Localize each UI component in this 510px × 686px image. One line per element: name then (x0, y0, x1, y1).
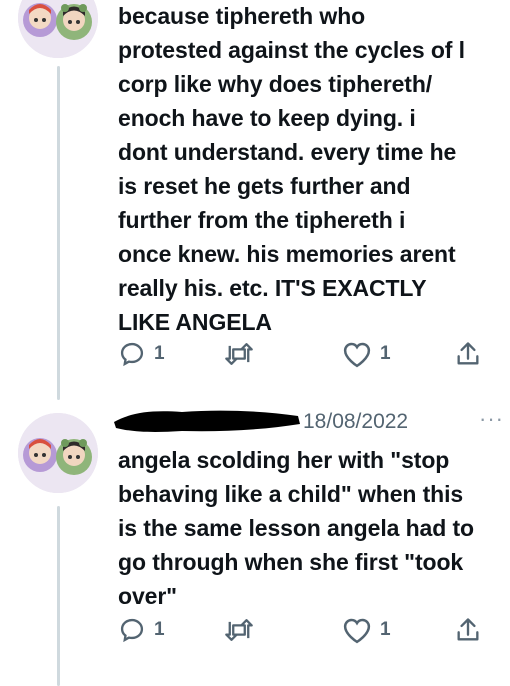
tweet-text: because tiphereth who protested against … (118, 3, 465, 335)
reply-button[interactable]: 1 (118, 616, 165, 644)
share-icon (457, 618, 479, 641)
share-icon (457, 342, 479, 365)
like-count: 1 (380, 343, 391, 364)
retweet-icon (225, 343, 253, 365)
reply-count: 1 (154, 619, 165, 640)
redaction-scribble (114, 410, 300, 432)
tweet-header: 18/08/2022 ··· (112, 402, 508, 442)
more-options-button[interactable]: ··· (479, 406, 504, 432)
tweet-text: angela scolding her with "stop behaving … (118, 447, 474, 609)
tweet-actions: 1 1 (118, 616, 498, 646)
like-icon (343, 618, 371, 644)
avatar[interactable] (18, 0, 98, 58)
retweet-icon (225, 619, 253, 641)
share-button[interactable] (454, 340, 482, 368)
retweet-button[interactable] (224, 340, 262, 368)
thread-line (57, 506, 60, 686)
reply-button[interactable]: 1 (118, 340, 165, 368)
reply-icon (120, 342, 144, 367)
like-icon (343, 342, 371, 368)
tweet-actions: 1 1 (118, 340, 498, 370)
avatar-image (18, 0, 98, 58)
reply-count: 1 (154, 343, 165, 364)
like-button[interactable]: 1 (342, 616, 391, 644)
retweet-button[interactable] (224, 616, 262, 644)
share-button[interactable] (454, 616, 482, 644)
like-button[interactable]: 1 (342, 340, 391, 368)
thread-line (57, 66, 60, 400)
tweet-date: 18/08/2022 (303, 410, 409, 433)
avatar-image (18, 413, 98, 493)
reply-icon (120, 618, 144, 643)
avatar[interactable] (18, 413, 98, 493)
like-count: 1 (380, 619, 391, 640)
